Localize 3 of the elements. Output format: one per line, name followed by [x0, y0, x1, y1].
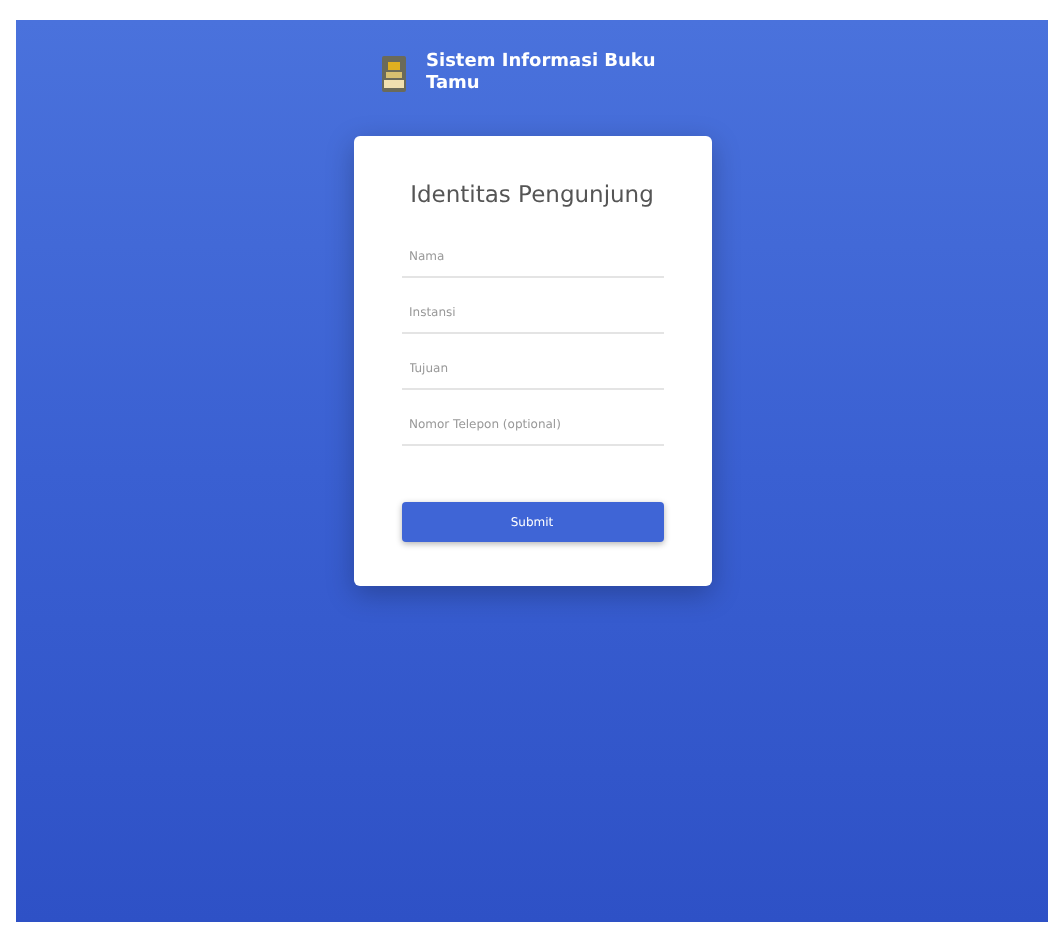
app-title: Sistem Informasi Buku Tamu: [426, 52, 656, 96]
logo-icon: [382, 56, 406, 92]
form-title: Identitas Pengunjung: [408, 180, 656, 210]
